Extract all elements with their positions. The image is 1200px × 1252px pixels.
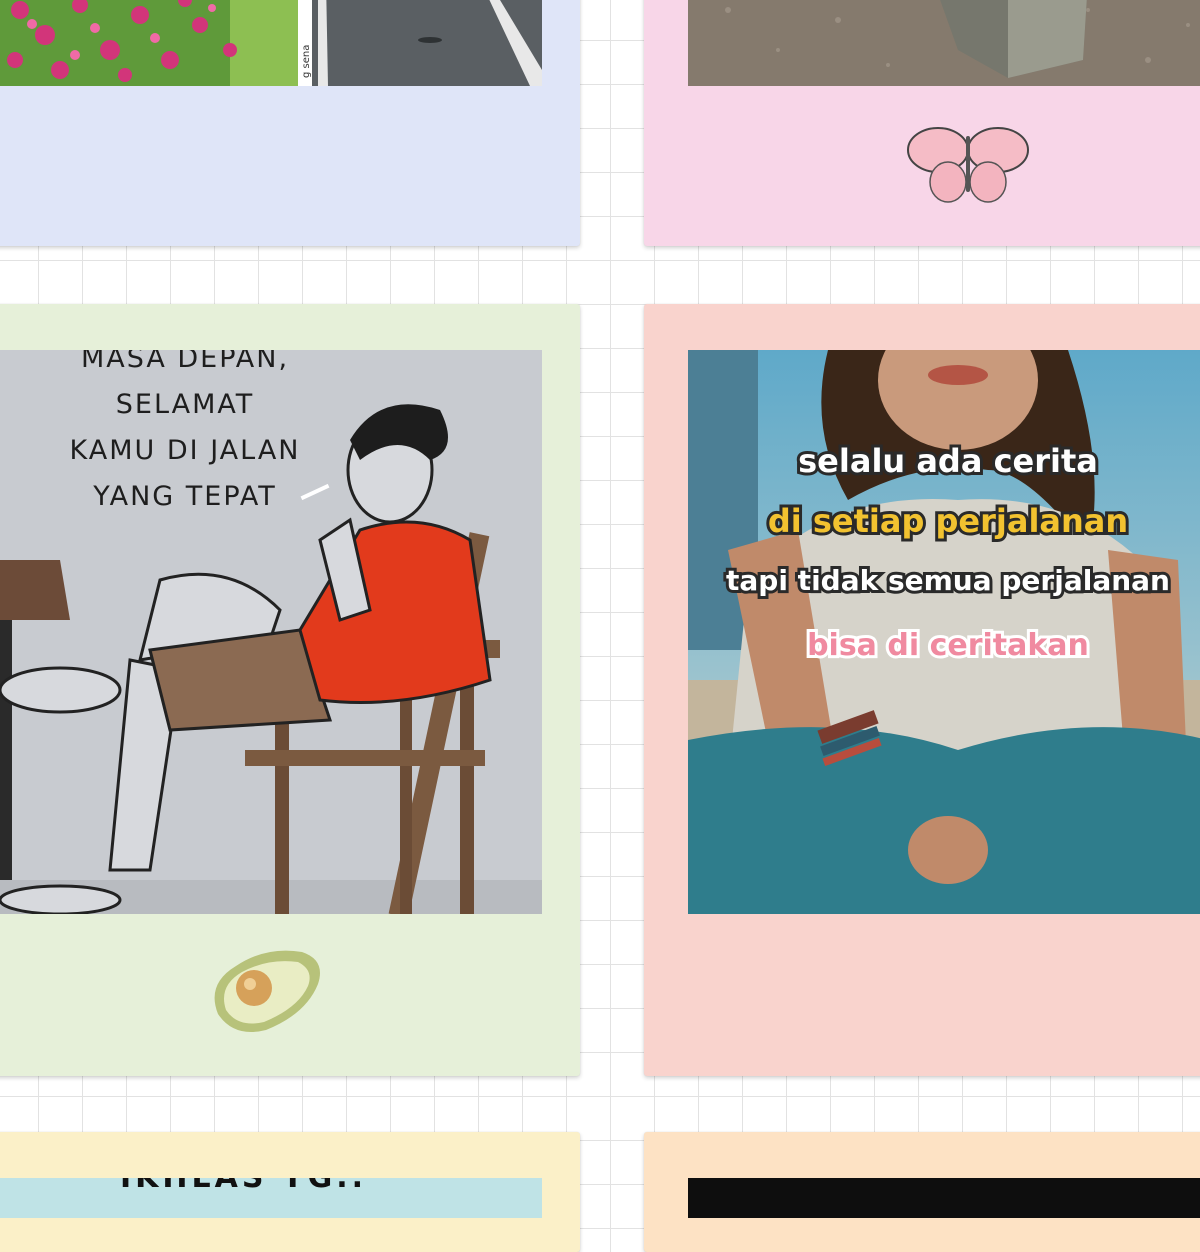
polaroid-card-blue[interactable]: g sena — [0, 0, 580, 246]
sand-photo[interactable] — [688, 0, 1200, 86]
quote-line-4: bisa di ceritakan — [804, 625, 1092, 666]
quote-line-3: tapi tidak semua perjalanan — [723, 561, 1173, 600]
photo-watermark: g sena — [301, 45, 312, 78]
polaroid-card-peach[interactable]: selalu ada cerita di setiap perjalanan t… — [644, 304, 1200, 1076]
comic-line-2: SELAMAT — [115, 389, 255, 420]
road-flower-photo[interactable]: g sena — [0, 0, 542, 86]
comic-line-1: MASA DEPAN, — [80, 350, 290, 374]
polaroid-card-orange[interactable] — [644, 1132, 1200, 1252]
quote-line-1: selalu ada cerita — [795, 439, 1101, 483]
quote-photo[interactable]: selalu ada cerita di setiap perjalanan t… — [688, 350, 1200, 914]
photo-caption: IKHLAS YG.. — [120, 1178, 367, 1195]
butterfly-icon — [906, 122, 1030, 212]
comic-line-3: KAMU DI JALAN — [69, 435, 301, 466]
caption-photo[interactable]: IKHLAS YG.. — [0, 1178, 542, 1218]
road-flower-illustration: g sena — [0, 0, 542, 86]
avocado-icon — [206, 944, 324, 1040]
polaroid-card-yellow[interactable]: IKHLAS YG.. — [0, 1132, 580, 1252]
comic-photo[interactable]: MASA DEPAN, SELAMAT KAMU DI JALAN YANG T… — [0, 350, 542, 914]
quote-line-2: di setiap perjalanan — [765, 499, 1131, 543]
dark-photo[interactable] — [688, 1178, 1200, 1218]
polaroid-card-green[interactable]: MASA DEPAN, SELAMAT KAMU DI JALAN YANG T… — [0, 304, 580, 1076]
sand-illustration — [688, 0, 1200, 86]
comic-line-4: YANG TEPAT — [93, 481, 277, 512]
polaroid-card-pink[interactable] — [644, 0, 1200, 246]
